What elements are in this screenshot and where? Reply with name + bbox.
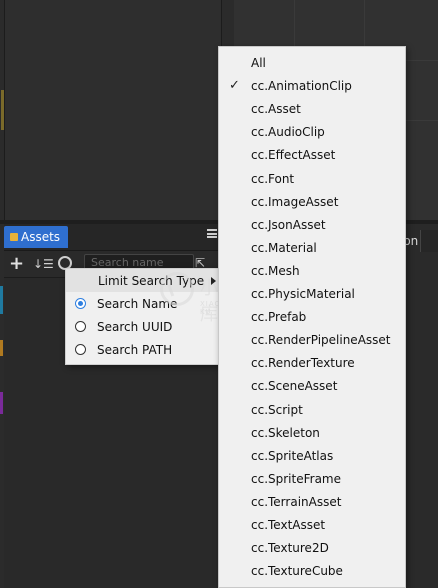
type-menu-item[interactable]: ✓ cc.AnimationClip	[219, 75, 405, 98]
type-menu-item[interactable]: cc.Prefab	[219, 306, 405, 329]
type-menu-item[interactable]: cc.Asset	[219, 98, 405, 121]
type-menu-item[interactable]: cc.Skeleton	[219, 422, 405, 445]
type-menu-item-label: cc.ImageAsset	[251, 194, 339, 209]
type-menu-item-label: cc.SceneAsset	[251, 379, 338, 394]
limit-search-type-item[interactable]: Limit Search Type	[66, 269, 224, 292]
side-accent	[0, 392, 3, 414]
radio-icon[interactable]	[75, 321, 86, 332]
type-menu-item-label: cc.TextAsset	[251, 518, 326, 532]
type-menu-item-label: cc.Mesh	[251, 263, 300, 278]
type-menu-item[interactable]: cc.TerrainAsset	[219, 491, 405, 514]
search-options-menu: Limit Search Type Search Name Search UUI…	[65, 268, 225, 365]
sort-icon[interactable]: ↓☰	[33, 258, 54, 270]
type-menu-item-label: cc.JsonAsset	[251, 217, 326, 232]
type-menu-item[interactable]: cc.Mesh	[219, 260, 405, 283]
radio-icon[interactable]	[75, 344, 86, 355]
submenu-arrow-icon	[211, 276, 216, 285]
type-menu-item[interactable]: cc.JsonAsset	[219, 214, 405, 237]
side-accent	[0, 286, 3, 314]
type-menu-item-label: cc.AudioClip	[251, 125, 325, 140]
type-menu-item[interactable]: cc.SceneAsset	[219, 375, 405, 398]
search-uuid-option[interactable]: Search UUID	[66, 315, 224, 338]
type-menu-item[interactable]: cc.SpriteAtlas	[219, 445, 405, 468]
type-menu-item-label: cc.SpriteFrame	[251, 471, 341, 486]
type-menu-item[interactable]: cc.Material	[219, 237, 405, 260]
type-menu-item-label: cc.Skeleton	[251, 425, 320, 440]
type-menu-item-label: cc.Prefab	[251, 310, 307, 325]
type-menu-item-label: All	[251, 56, 266, 70]
type-menu-item[interactable]: cc.ImageAsset	[219, 191, 405, 214]
search-path-option[interactable]: Search PATH	[66, 338, 224, 361]
type-menu-item[interactable]: cc.RenderPipelineAsset	[219, 329, 405, 352]
panel-edge-accent	[1, 90, 4, 130]
type-menu-item[interactable]: cc.Script	[219, 399, 405, 422]
type-menu-item[interactable]: cc.AudioClip	[219, 121, 405, 144]
hierarchy-panel	[1, 0, 222, 220]
limit-search-type-label: Limit Search Type	[98, 273, 205, 288]
type-menu-item-label: cc.RenderPipelineAsset	[251, 333, 391, 348]
type-menu-item[interactable]: cc.RenderTexture	[219, 352, 405, 375]
search-uuid-label: Search UUID	[97, 319, 173, 334]
type-menu-item-label: cc.Asset	[251, 102, 301, 117]
type-menu-item-label: cc.Texture2D	[251, 541, 329, 556]
type-menu-item-label: cc.TerrainAsset	[251, 494, 342, 509]
type-menu-item-label: cc.Material	[251, 240, 317, 255]
type-menu-item-label: cc.EffectAsset	[251, 148, 336, 163]
tab-assets-label: Assets	[21, 230, 61, 244]
type-menu-item-label: cc.Script	[251, 402, 303, 417]
type-menu-item[interactable]: All	[219, 52, 405, 75]
side-accent	[0, 340, 3, 356]
type-menu-item[interactable]: cc.EffectAsset	[219, 144, 405, 167]
tab-assets[interactable]: Assets	[4, 226, 68, 248]
lock-icon	[10, 233, 18, 241]
type-menu-item-label: cc.TextureCube	[251, 564, 343, 579]
type-menu-item-label: cc.RenderTexture	[251, 356, 355, 371]
radio-selected-icon[interactable]	[75, 298, 86, 309]
type-menu-item[interactable]: cc.Texture2D	[219, 537, 405, 560]
type-menu-item[interactable]: cc.PhysicMaterial	[219, 283, 405, 306]
asset-type-menu: All ✓ cc.AnimationClip cc.Asset cc.AudioClip…	[218, 46, 406, 588]
menu-icon[interactable]	[207, 229, 217, 238]
type-menu-item-label: cc.AnimationClip	[251, 79, 352, 94]
type-menu-item[interactable]: cc.TextureCube	[219, 560, 405, 583]
type-menu-item-label: cc.Font	[251, 171, 295, 186]
search-name-option[interactable]: Search Name	[66, 292, 224, 315]
search-path-label: Search PATH	[97, 342, 173, 357]
search-name-label: Search Name	[97, 296, 178, 311]
tab-separator	[420, 230, 438, 252]
type-menu-item[interactable]: cc.Font	[219, 168, 405, 191]
checkmark-icon: ✓	[229, 78, 240, 94]
type-menu-item[interactable]: cc.TextAsset	[219, 514, 405, 537]
type-menu-item-label: cc.PhysicMaterial	[251, 287, 355, 301]
add-icon[interactable]: +	[9, 255, 24, 273]
type-menu-item[interactable]: cc.SpriteFrame	[219, 468, 405, 491]
type-menu-item-label: cc.SpriteAtlas	[251, 448, 334, 463]
